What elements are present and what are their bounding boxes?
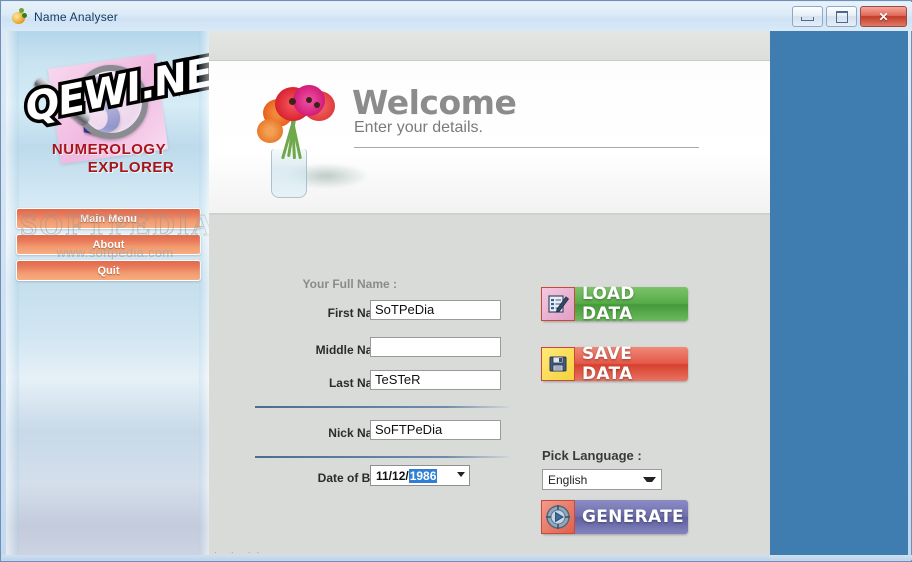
play-target-icon: [541, 500, 575, 534]
right-blue-panel: [770, 31, 908, 558]
sidebar-item-quit[interactable]: Quit: [16, 260, 201, 281]
full-name-section-label: Your Full Name :: [302, 277, 397, 291]
form-divider-1: [255, 406, 510, 408]
application-window: Name Analyser ✕ 3: [0, 0, 912, 562]
chevron-down-icon[interactable]: [643, 477, 656, 482]
page-title: Welcome: [352, 83, 517, 122]
status-bar: [2, 555, 912, 560]
sidebar-item-about[interactable]: About: [16, 234, 201, 255]
sidebar: 3 NUMEROLOGY EXPLORER QEWI.NET Main Menu…: [6, 31, 209, 558]
pick-language-label: Pick Language :: [542, 448, 642, 463]
first-name-input[interactable]: SoTPeDia: [370, 300, 501, 320]
close-icon: ✕: [878, 9, 889, 24]
window-title: Name Analyser: [34, 9, 118, 24]
date-text-selected-year: 1986: [408, 468, 438, 483]
minimize-icon: [801, 17, 814, 21]
window-frame: Name Analyser ✕ 3: [0, 0, 912, 562]
load-data-button[interactable]: LOAD DATA: [541, 284, 688, 324]
page-subtitle: Enter your details.: [354, 119, 483, 136]
sidebar-item-main-menu[interactable]: Main Menu: [16, 208, 201, 229]
client-area: 3 NUMEROLOGY EXPLORER QEWI.NET Main Menu…: [6, 31, 908, 558]
main-content: Welcome Enter your details. Your Full Na…: [209, 31, 770, 558]
form-divider-2: [255, 456, 510, 458]
window-controls: ✕: [792, 6, 907, 27]
load-data-label: LOAD DATA: [582, 284, 635, 324]
clipboard-pencil-icon: [541, 287, 575, 321]
save-data-label: SAVE DATA: [582, 344, 633, 384]
sidebar-menu: Main Menu About Quit: [16, 208, 201, 281]
maximize-icon: [835, 10, 848, 23]
minimize-button[interactable]: [792, 6, 823, 27]
floppy-disk-icon: [541, 347, 575, 381]
generate-label: GENERATE: [582, 507, 684, 527]
nick-name-input[interactable]: SoFTPeDia: [370, 420, 501, 440]
save-data-button[interactable]: SAVE DATA: [541, 344, 688, 384]
magnifying-glass-icon: [74, 65, 148, 139]
app-icon: [10, 7, 28, 26]
language-select[interactable]: English: [542, 469, 662, 490]
close-button[interactable]: ✕: [860, 6, 907, 27]
welcome-header: Welcome Enter your details.: [209, 61, 770, 215]
logo-text-line1: NUMEROLOGY: [51, 141, 167, 158]
details-form: Your Full Name : First Name : SoTPeDia M…: [209, 215, 770, 558]
chevron-down-icon[interactable]: [457, 472, 465, 477]
language-selected-value: English: [548, 472, 588, 487]
logo-text-line2: EXPLORER: [87, 159, 175, 176]
app-logo: 3 NUMEROLOGY EXPLORER QEWI.NET: [14, 41, 209, 203]
date-of-birth-input[interactable]: 11/12/1986: [370, 465, 470, 486]
generate-button[interactable]: GENERATE: [541, 500, 688, 534]
content-top-strip: [209, 31, 770, 61]
date-text-prefix: 11/12/: [376, 468, 409, 483]
middle-name-input[interactable]: [370, 337, 501, 357]
last-name-input[interactable]: TeSTeR: [370, 370, 501, 390]
maximize-button[interactable]: [826, 6, 857, 27]
title-bar[interactable]: Name Analyser ✕: [2, 2, 912, 31]
header-divider: [354, 147, 699, 148]
